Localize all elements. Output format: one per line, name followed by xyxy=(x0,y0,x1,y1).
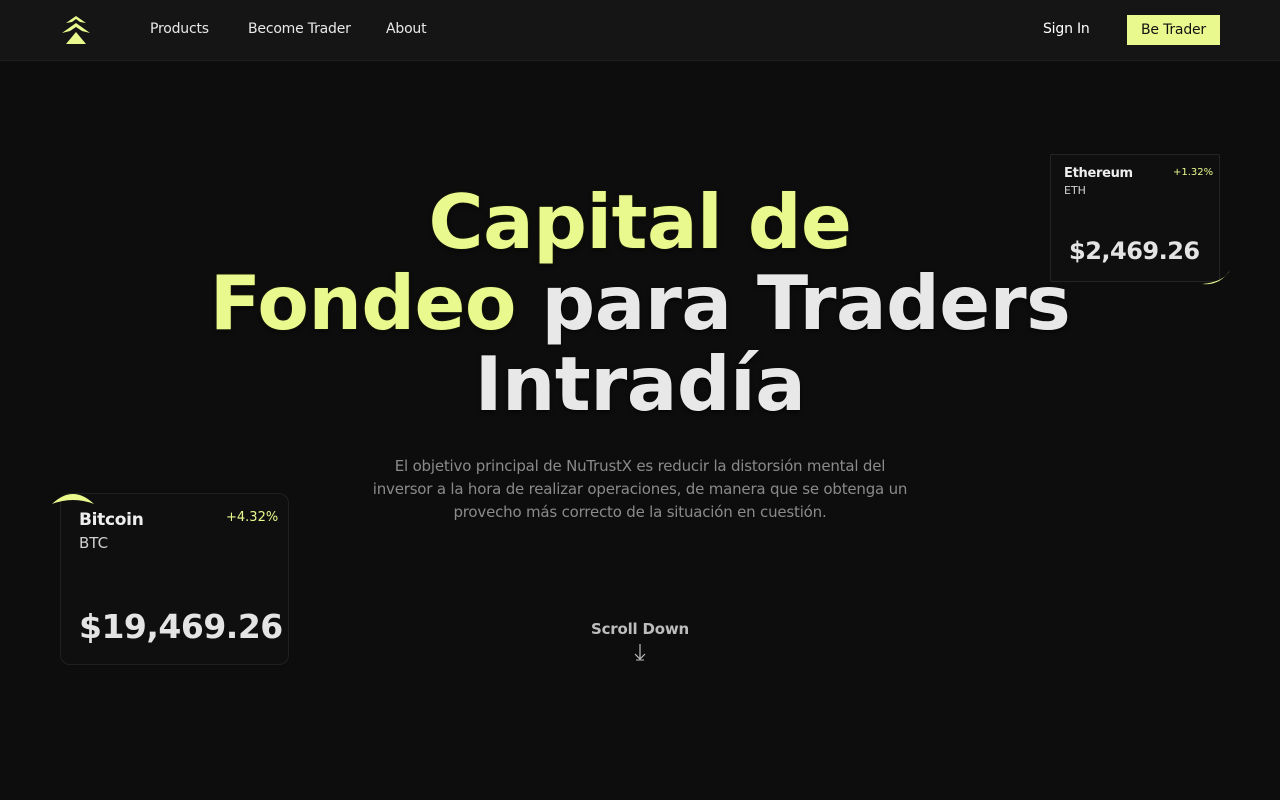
coin-symbol: BTC xyxy=(79,534,109,552)
sign-in-link[interactable]: Sign In xyxy=(1043,21,1090,37)
scroll-down-link[interactable]: Scroll Down xyxy=(560,620,720,638)
nav-link-products[interactable]: Products xyxy=(150,21,209,37)
hero-subtitle: El objetivo principal de NuTrustX es red… xyxy=(372,457,908,521)
coin-price: $2,469.26 xyxy=(1069,237,1200,265)
hero-line-3: Intradía xyxy=(474,340,806,428)
coin-name: Ethereum xyxy=(1064,166,1133,181)
hero-line-1: Capital de xyxy=(428,178,852,266)
hero-line-2-rest: para Traders xyxy=(541,259,1071,347)
coin-price: $19,469.26 xyxy=(79,607,283,646)
bitcoin-price-card[interactable]: Bitcoin BTC +4.32% $19,469.26 xyxy=(60,493,289,665)
be-trader-button[interactable]: Be Trader xyxy=(1127,15,1220,45)
arrow-down-icon[interactable] xyxy=(633,643,647,661)
coin-change: +1.32% xyxy=(1173,167,1214,178)
top-nav: Products Become Trader About Sign In Be … xyxy=(0,0,1280,61)
ethereum-price-card[interactable]: Ethereum ETH +1.32% $2,469.26 xyxy=(1050,154,1220,282)
nav-link-about[interactable]: About xyxy=(386,21,427,37)
coin-symbol: ETH xyxy=(1064,184,1086,197)
coin-change: +4.32% xyxy=(226,510,279,525)
leaf-decoration-icon xyxy=(1202,270,1230,285)
coin-name: Bitcoin xyxy=(79,510,144,530)
nav-link-become-trader[interactable]: Become Trader xyxy=(248,21,351,37)
hero-line-2-highlight: Fondeo xyxy=(209,259,517,347)
pine-tree-logo-icon[interactable] xyxy=(58,14,94,46)
leaf-decoration-icon xyxy=(52,494,94,504)
